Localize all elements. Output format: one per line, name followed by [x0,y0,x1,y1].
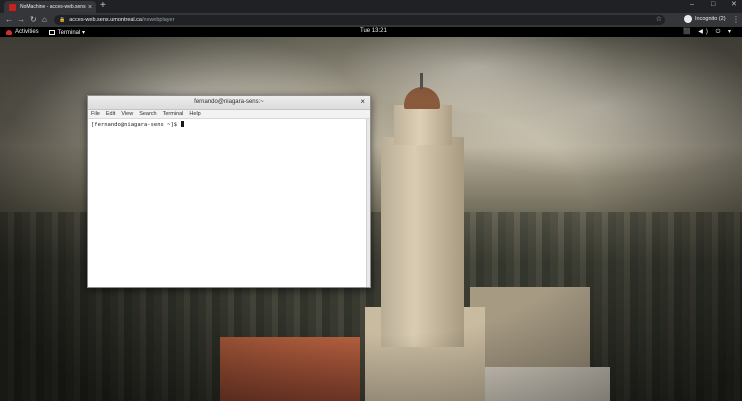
minimize-button[interactable]: – [690,1,694,8]
close-window-button[interactable]: ✕ [731,1,737,8]
maximize-button[interactable]: □ [711,1,715,8]
browser-toolbar: ← → ↻ ⌂ 🔒 acces-web.sens.umontreal.ca/nx… [0,13,742,27]
terminal-menubar: File Edit View Search Terminal Help [88,110,370,119]
terminal-window[interactable]: fernando@niagara-sens:~ × File Edit View… [87,95,371,288]
menu-file[interactable]: File [91,111,100,117]
lock-icon[interactable]: 🔒 [59,17,65,23]
browser-tabstrip: NoMachine - acces-web.sens.umontreal.ca … [0,0,742,13]
activities-button[interactable]: Activities [6,29,39,35]
nomachine-favicon-icon [9,3,16,11]
url-text: acces-web.sens.umontreal.ca/nxwebplayer [69,17,174,23]
browser-menu-icon[interactable]: ⋮ [732,14,740,26]
menu-search[interactable]: Search [139,111,156,117]
terminal-title: fernando@niagara-sens:~ [194,99,264,105]
menu-view[interactable]: View [121,111,133,117]
reload-icon[interactable]: ↻ [30,14,37,26]
terminal-body[interactable]: [fernando@niagara-sens ~]$ [88,119,370,287]
close-icon[interactable]: × [360,98,365,106]
home-icon[interactable]: ⌂ [42,14,47,26]
tab-title: NoMachine - acces-web.sens.umontreal.ca [20,4,86,10]
terminal-app-icon [48,29,55,35]
text-cursor [181,121,185,127]
new-tab-button[interactable]: + [100,1,106,11]
incognito-icon [684,15,692,23]
activities-label: Activities [15,29,39,35]
menu-terminal[interactable]: Terminal [163,111,184,117]
app-menu-terminal[interactable]: Terminal ▾ [48,29,86,36]
terminal-prompt-line: [fernando@niagara-sens ~]$ [91,121,367,128]
app-menu-label: Terminal ▾ [57,29,86,36]
browser-tab[interactable]: NoMachine - acces-web.sens.umontreal.ca … [4,1,96,13]
url-host: acces-web.sens.umontreal.ca [69,17,142,23]
address-bar[interactable]: 🔒 acces-web.sens.umontreal.ca/nxwebplaye… [54,15,665,25]
menu-edit[interactable]: Edit [106,111,115,117]
bookmark-star-icon[interactable]: ☆ [656,15,662,25]
clock[interactable]: Tue 13:21 [360,28,387,34]
terminal-prompt: [fernando@niagara-sens ~]$ [91,122,181,128]
incognito-profile-button[interactable]: Incognito (2) [684,15,726,23]
terminal-titlebar[interactable]: fernando@niagara-sens:~ × [88,96,370,110]
menu-help[interactable]: Help [189,111,200,117]
profile-label: Incognito (2) [695,16,726,22]
system-tray[interactable]: ⬛ ◀) ⏻ ▾ [683,28,734,36]
forward-icon[interactable]: → [17,14,25,26]
gnome-top-bar: Activities Terminal ▾ Tue 13:21 ⬛ ◀) ⏻ ▾ [0,27,742,37]
tab-close-icon[interactable]: × [88,4,92,11]
back-icon[interactable]: ← [5,14,13,26]
url-path: /nxwebplayer [142,17,175,23]
redhat-icon [6,29,12,35]
terminal-scrollbar[interactable] [366,119,370,287]
